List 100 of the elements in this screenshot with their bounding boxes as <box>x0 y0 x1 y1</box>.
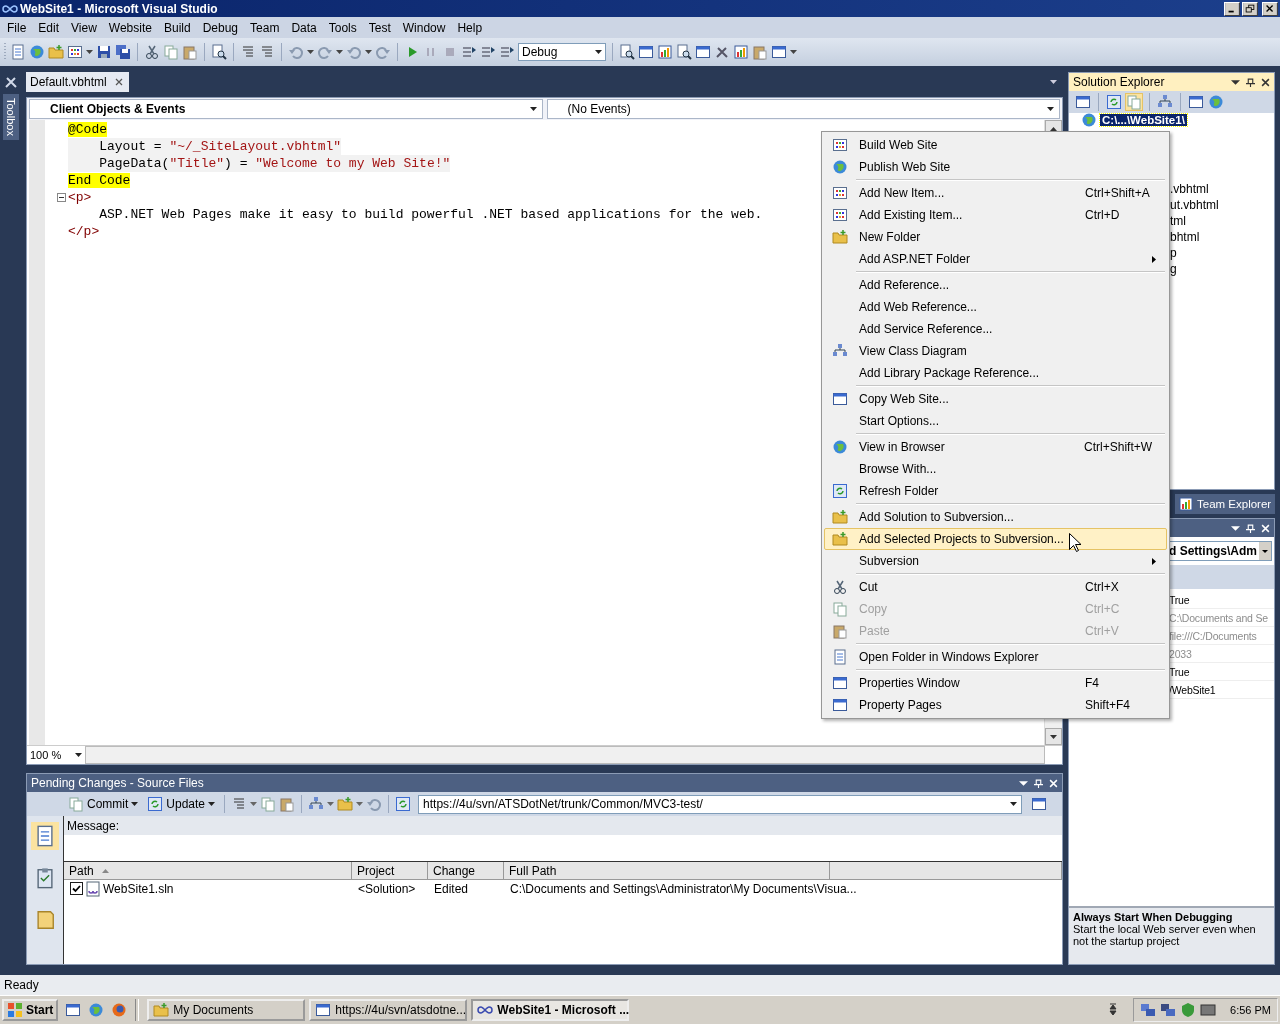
caret-icon[interactable] <box>790 50 797 54</box>
step-icon[interactable] <box>461 44 477 60</box>
arrow-down-icon[interactable] <box>1050 734 1057 739</box>
paste-icon[interactable] <box>752 44 768 60</box>
lines-icon[interactable] <box>259 44 275 60</box>
network-icon[interactable] <box>1160 1002 1177 1018</box>
start-button[interactable]: Start <box>2 999 59 1021</box>
column-header[interactable]: Full Path <box>504 862 830 879</box>
step-icon[interactable] <box>480 44 496 60</box>
menu-item[interactable]: Window <box>396 20 452 35</box>
menu-item[interactable]: Team <box>244 20 286 35</box>
context-menu-item[interactable]: Refresh Folder <box>824 480 1167 502</box>
collapse-icon[interactable] <box>57 193 66 202</box>
context-menu-item[interactable]: Open Folder in Windows Explorer <box>824 646 1167 668</box>
context-menu-item[interactable]: View in Browser Ctrl+Shift+W <box>824 436 1167 458</box>
scissors-icon[interactable] <box>144 44 160 60</box>
context-menu-item[interactable]: Add New Item... Ctrl+Shift+A <box>824 182 1167 204</box>
object-dropdown[interactable]: Client Objects & Events <box>29 99 543 119</box>
chart-icon[interactable] <box>733 44 749 60</box>
window-icon[interactable] <box>65 1002 82 1018</box>
close-icon[interactable] <box>114 78 123 86</box>
chart-icon[interactable] <box>657 44 673 60</box>
grid-icon[interactable] <box>67 44 83 60</box>
column-header[interactable]: Change <box>428 862 504 879</box>
menu-item[interactable]: Data <box>285 20 323 35</box>
floppies-icon[interactable] <box>115 44 131 60</box>
grip-icon[interactable] <box>4 42 7 62</box>
window-icon[interactable] <box>771 44 787 60</box>
property-value[interactable]: True <box>1169 665 1190 678</box>
refresh-icon[interactable] <box>395 796 412 812</box>
context-menu-item[interactable]: Add Existing Item... Ctrl+D <box>824 204 1167 226</box>
toolbox-tab[interactable]: Toolbox <box>3 94 19 140</box>
window-icon[interactable] <box>1075 94 1091 110</box>
menu-item[interactable]: Tools <box>322 20 363 35</box>
column-header[interactable]: Path <box>64 862 352 879</box>
zoom-dropdown[interactable]: 100 % <box>27 746 85 764</box>
pin-icon[interactable] <box>1246 77 1255 87</box>
context-menu-item[interactable]: Property Pages Shift+F4 <box>824 694 1167 716</box>
toolbar-button[interactable]: Commit <box>65 794 142 814</box>
lines-icon[interactable] <box>240 44 256 60</box>
context-menu-item[interactable]: Add Web Reference... <box>824 296 1167 318</box>
context-menu-item[interactable]: Add Solution to Subversion... <box>824 506 1167 528</box>
configuration-dropdown[interactable]: Debug <box>518 43 606 61</box>
caret-icon[interactable] <box>336 50 343 54</box>
caret-icon[interactable] <box>307 50 314 54</box>
checkbox[interactable] <box>70 882 83 895</box>
find-icon[interactable] <box>619 44 635 60</box>
menu-item[interactable]: File <box>1 20 33 35</box>
monitor-icon[interactable] <box>1200 1002 1217 1018</box>
context-menu-item[interactable]: Add Reference... <box>824 274 1167 296</box>
taskbar-button[interactable]: WebSite1 - Microsoft ... <box>471 999 630 1021</box>
horizontal-scrollbar[interactable] <box>85 746 1045 764</box>
taskbar-button[interactable]: My Documents <box>147 999 306 1021</box>
context-menu-item[interactable]: Add Service Reference... <box>824 318 1167 340</box>
context-menu-item[interactable]: Properties Window F4 <box>824 672 1167 694</box>
caret-icon[interactable] <box>1231 77 1240 87</box>
document-icon[interactable] <box>10 44 26 60</box>
menu-item[interactable]: Edit <box>32 20 66 35</box>
menu-item[interactable]: View <box>65 20 103 35</box>
find-icon[interactable] <box>211 44 227 60</box>
taskbar-button[interactable]: https://4u/svn/atsdotne... <box>309 999 468 1021</box>
restore-button[interactable] <box>1242 1 1258 16</box>
message-field[interactable] <box>64 835 1062 861</box>
menu-item[interactable]: Build <box>157 20 197 35</box>
caret-icon[interactable] <box>86 50 93 54</box>
paste-icon[interactable] <box>279 796 296 812</box>
window-icon[interactable] <box>695 44 711 60</box>
context-menu-item[interactable]: Add ASP.NET Folder <box>824 248 1167 270</box>
document-icon[interactable] <box>31 822 59 850</box>
context-menu-item[interactable]: View Class Diagram <box>824 340 1167 362</box>
team-explorer-tab[interactable]: Team Explorer <box>1175 494 1275 514</box>
floppy-icon[interactable] <box>96 44 112 60</box>
caret-icon[interactable] <box>1231 523 1240 533</box>
globe-icon[interactable] <box>111 1002 128 1018</box>
caret-icon[interactable] <box>1019 778 1028 788</box>
close-icon[interactable] <box>1261 77 1270 87</box>
context-menu-item[interactable]: Publish Web Site <box>824 156 1167 178</box>
menu-item[interactable]: Help <box>451 20 489 35</box>
context-menu-item[interactable]: Browse With... <box>824 458 1167 480</box>
minimize-button[interactable] <box>1224 1 1240 16</box>
menu-item[interactable]: Website <box>102 20 158 35</box>
menu-item[interactable]: Test <box>362 20 397 35</box>
url-field[interactable]: https://4u/svn/ATSDotNet/trunk/Common/MVC3-test/ <box>418 794 1023 814</box>
arrow-up-icon[interactable] <box>1050 126 1057 131</box>
context-menu-item[interactable]: Cut Ctrl+X <box>824 576 1167 598</box>
paste-icon[interactable] <box>182 44 198 60</box>
context-menu-item[interactable]: Add Selected Projects to Subversion... <box>824 528 1167 550</box>
event-dropdown[interactable]: (No Events) <box>546 99 1060 119</box>
window-icon[interactable] <box>1188 94 1204 110</box>
column-header[interactable]: Project <box>352 862 428 879</box>
tree-item[interactable]: C:\...\WebSite1\ <box>1100 114 1187 126</box>
refresh-icon[interactable] <box>1106 94 1122 110</box>
globe-icon[interactable] <box>29 44 45 60</box>
find-icon[interactable] <box>676 44 692 60</box>
network-icon[interactable] <box>1140 1002 1157 1018</box>
context-menu-item[interactable]: Build Web Site <box>824 134 1167 156</box>
context-menu-item[interactable]: Copy Web Site... <box>824 388 1167 410</box>
step-icon[interactable] <box>499 44 515 60</box>
context-menu-item[interactable]: New Folder <box>824 226 1167 248</box>
document-tab[interactable]: Default.vbhtml <box>26 72 129 92</box>
